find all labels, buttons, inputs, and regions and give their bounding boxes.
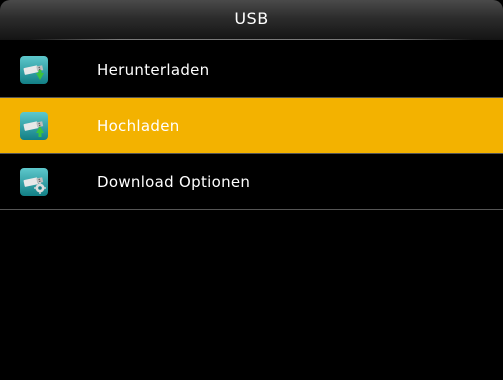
- device-screen: USB Herunterladen Hochladen Download Opt…: [0, 0, 503, 380]
- usb-download-icon: [20, 56, 48, 84]
- usb-upload-icon: [20, 112, 48, 140]
- menu-item-label: Download Optionen: [97, 173, 251, 191]
- menu-item-hochladen[interactable]: Hochladen: [0, 98, 503, 154]
- menu-item-label: Herunterladen: [97, 61, 210, 79]
- page-title: USB: [234, 9, 269, 28]
- usb-settings-icon: [20, 168, 48, 196]
- menu-item-label: Hochladen: [97, 117, 180, 135]
- menu-item-herunterladen[interactable]: Herunterladen: [0, 42, 503, 98]
- title-bar: USB: [0, 0, 503, 40]
- usb-menu: Herunterladen Hochladen Download Optione…: [0, 42, 503, 210]
- menu-item-download-optionen[interactable]: Download Optionen: [0, 154, 503, 210]
